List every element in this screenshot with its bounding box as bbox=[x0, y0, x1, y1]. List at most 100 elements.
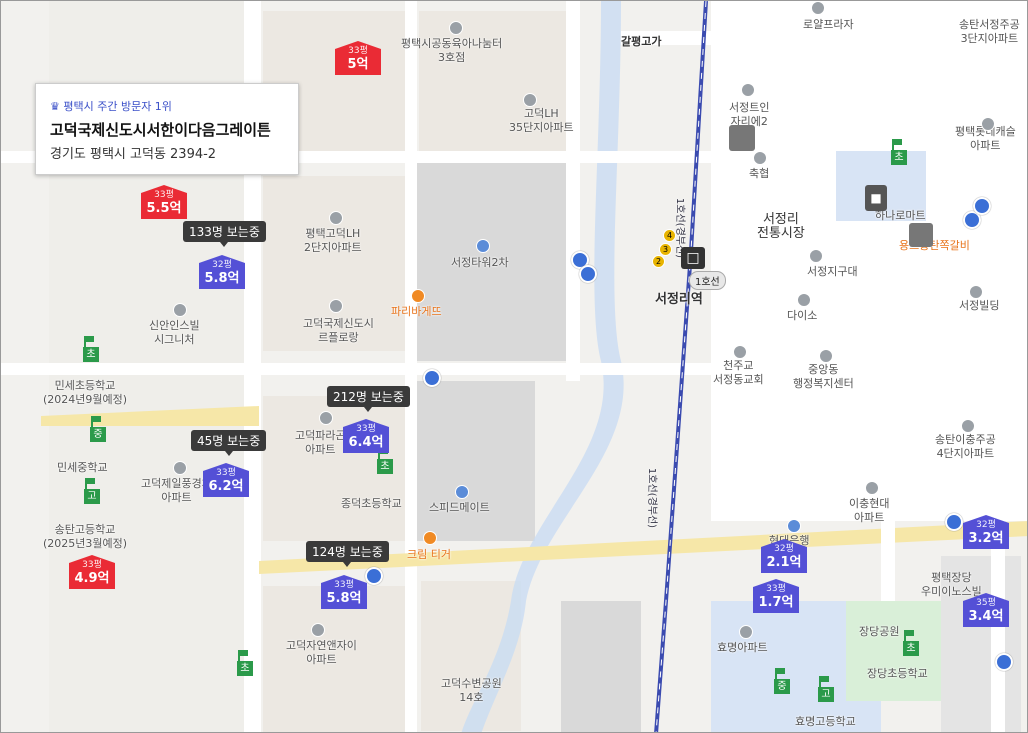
building-icon[interactable] bbox=[811, 1, 825, 15]
place-label: 하나로마트 bbox=[875, 209, 926, 222]
place-label: 민세초등학교 (2024년9월예정) bbox=[43, 379, 128, 406]
bus-stop-icon[interactable] bbox=[423, 369, 441, 387]
rail-label: 1호선(경부선) bbox=[646, 467, 658, 529]
apartment-icon[interactable] bbox=[729, 125, 755, 151]
listing-size: 32평 bbox=[774, 544, 794, 554]
listing-price: 6.2억 bbox=[208, 479, 244, 494]
place-label: 장당공원 bbox=[859, 625, 900, 638]
elementary-school-icon[interactable]: 초 bbox=[903, 630, 919, 656]
bus-stop-icon[interactable] bbox=[945, 513, 963, 531]
building-icon[interactable] bbox=[969, 285, 983, 299]
building-icon[interactable] bbox=[319, 411, 333, 425]
complex-info-popup[interactable]: ♛ 평택시 주간 방문자 1위 고덕국제신도시서한이다음그레이튼 경기도 평택시… bbox=[35, 83, 299, 175]
listing-marker[interactable]: 35평 3.4억 bbox=[963, 593, 1009, 627]
viewer-count-badge: 133명 보는중 bbox=[183, 221, 266, 247]
listing-price: 3.2억 bbox=[968, 531, 1004, 546]
map-canvas[interactable]: 평택시공동육아나눔터 3호점 고덕LH 35단지아파트 평택고덕LH 2단지아파트 서… bbox=[0, 0, 1028, 733]
bank-icon[interactable] bbox=[753, 151, 767, 165]
place-label: 장당초등학교 bbox=[867, 667, 928, 680]
building-icon[interactable] bbox=[865, 481, 879, 495]
bank-icon[interactable] bbox=[787, 519, 801, 533]
listing-size: 33평 bbox=[216, 468, 236, 478]
viewer-count-badge: 45명 보는중 bbox=[191, 430, 267, 456]
building-icon[interactable] bbox=[981, 117, 995, 131]
place-label: 고덕파라곤 아파트 bbox=[295, 429, 346, 456]
complex-name[interactable]: 고덕국제신도시서한이다음그레이튼 bbox=[50, 119, 284, 140]
place-label: 다이소 bbox=[787, 309, 818, 322]
train-icon[interactable]: □ bbox=[681, 247, 705, 269]
station-label[interactable]: 서정리역 bbox=[655, 293, 703, 307]
listing-marker[interactable]: 33평 5.8억 bbox=[321, 575, 367, 609]
place-label: 고덕국제신도시 르플로랑 bbox=[303, 317, 374, 344]
listing-marker[interactable]: 32평 5.8억 bbox=[199, 255, 245, 289]
place-label: 서정빌딩 bbox=[959, 299, 1000, 312]
government-icon[interactable] bbox=[819, 349, 833, 363]
building-icon[interactable] bbox=[173, 303, 187, 317]
building-icon[interactable] bbox=[523, 93, 537, 107]
office-icon[interactable] bbox=[476, 239, 490, 253]
listing-marker[interactable]: 33평 5.5억 bbox=[141, 185, 187, 219]
bus-stop-icon[interactable] bbox=[995, 653, 1013, 671]
place-label: 송탄이충주공 4단지아파트 bbox=[935, 433, 996, 460]
bus-stop-icon[interactable] bbox=[973, 197, 991, 215]
listing-price: 5억 bbox=[347, 57, 369, 72]
listing-size: 33평 bbox=[334, 580, 354, 590]
building-icon[interactable] bbox=[961, 419, 975, 433]
listing-size: 33평 bbox=[154, 190, 174, 200]
building-icon[interactable] bbox=[311, 623, 325, 637]
bakery-icon[interactable] bbox=[411, 289, 425, 303]
line-badge: 1호선 bbox=[689, 271, 726, 290]
listing-price: 1.7억 bbox=[758, 595, 794, 610]
viewer-count-badge: 124명 보는중 bbox=[306, 541, 389, 567]
middle-school-icon[interactable]: 중 bbox=[774, 668, 790, 694]
building-icon[interactable] bbox=[173, 461, 187, 475]
listing-marker[interactable]: 33평 1.7억 bbox=[753, 579, 799, 613]
bus-stop-icon[interactable] bbox=[579, 265, 597, 283]
high-school-icon[interactable]: 고 bbox=[84, 478, 100, 504]
listing-marker[interactable]: 33평 6.4억 bbox=[343, 419, 389, 453]
place-label: 신안인스빌 시그니처 bbox=[149, 319, 200, 346]
listing-marker[interactable]: 32평 2.1억 bbox=[761, 539, 807, 573]
place-label: 서정타워2차 bbox=[451, 256, 509, 269]
listing-marker[interactable]: 33평 5억 bbox=[335, 41, 381, 75]
high-school-icon[interactable]: 고 bbox=[818, 676, 834, 702]
place-label: 고덕LH 35단지아파트 bbox=[509, 107, 574, 134]
middle-school-icon[interactable]: 중 bbox=[90, 416, 106, 442]
church-icon[interactable] bbox=[733, 345, 747, 359]
place-label: 이충현대 아파트 bbox=[849, 497, 890, 524]
place-label: 고덕자연앤자이 아파트 bbox=[286, 639, 357, 666]
lock-icon[interactable]: ■ bbox=[865, 185, 887, 211]
exit-badge: 2 bbox=[652, 255, 665, 268]
place-label: 서정리 전통시장 bbox=[757, 212, 805, 241]
police-icon[interactable] bbox=[809, 249, 823, 263]
place-label: 송탄고등학교 (2025년3월예정) bbox=[43, 523, 128, 550]
building-icon[interactable] bbox=[329, 299, 343, 313]
listing-marker[interactable]: 33평 6.2억 bbox=[203, 463, 249, 497]
car-service-icon[interactable] bbox=[455, 485, 469, 499]
listing-size: 32평 bbox=[976, 520, 996, 530]
listing-price: 5.8억 bbox=[326, 591, 362, 606]
shop-icon[interactable] bbox=[797, 293, 811, 307]
building-icon[interactable] bbox=[739, 625, 753, 639]
viewer-count-badge: 212명 보는중 bbox=[327, 386, 410, 412]
building-icon[interactable] bbox=[329, 211, 343, 225]
elementary-school-icon[interactable]: 초 bbox=[83, 336, 99, 362]
listing-marker[interactable]: 32평 3.2억 bbox=[963, 515, 1009, 549]
place-label: 스피드메이트 bbox=[429, 501, 490, 514]
place-label: 송탄서정주공 3단지아파트 bbox=[959, 18, 1020, 45]
place-label: 천주교 서정동교회 bbox=[713, 359, 764, 386]
bus-stop-icon[interactable] bbox=[365, 567, 383, 585]
road-label: 갈평고가 bbox=[621, 35, 662, 48]
elementary-school-icon[interactable]: 초 bbox=[891, 139, 907, 165]
building-icon[interactable] bbox=[741, 83, 755, 97]
place-label: 효명아파트 bbox=[717, 641, 768, 654]
cafe-icon[interactable] bbox=[423, 531, 437, 545]
place-label: 효명고등학교 bbox=[795, 715, 856, 728]
place-label: 평택시공동육아나눔터 3호점 bbox=[401, 37, 503, 64]
listing-marker[interactable]: 33평 4.9억 bbox=[69, 555, 115, 589]
poi-icon[interactable] bbox=[449, 21, 463, 35]
place-label: 고덕제일풍경채 아파트 bbox=[141, 477, 212, 504]
elementary-school-icon[interactable]: 초 bbox=[237, 650, 253, 676]
apartment-icon[interactable] bbox=[909, 223, 933, 247]
elementary-school-icon[interactable]: 초 bbox=[377, 448, 393, 474]
